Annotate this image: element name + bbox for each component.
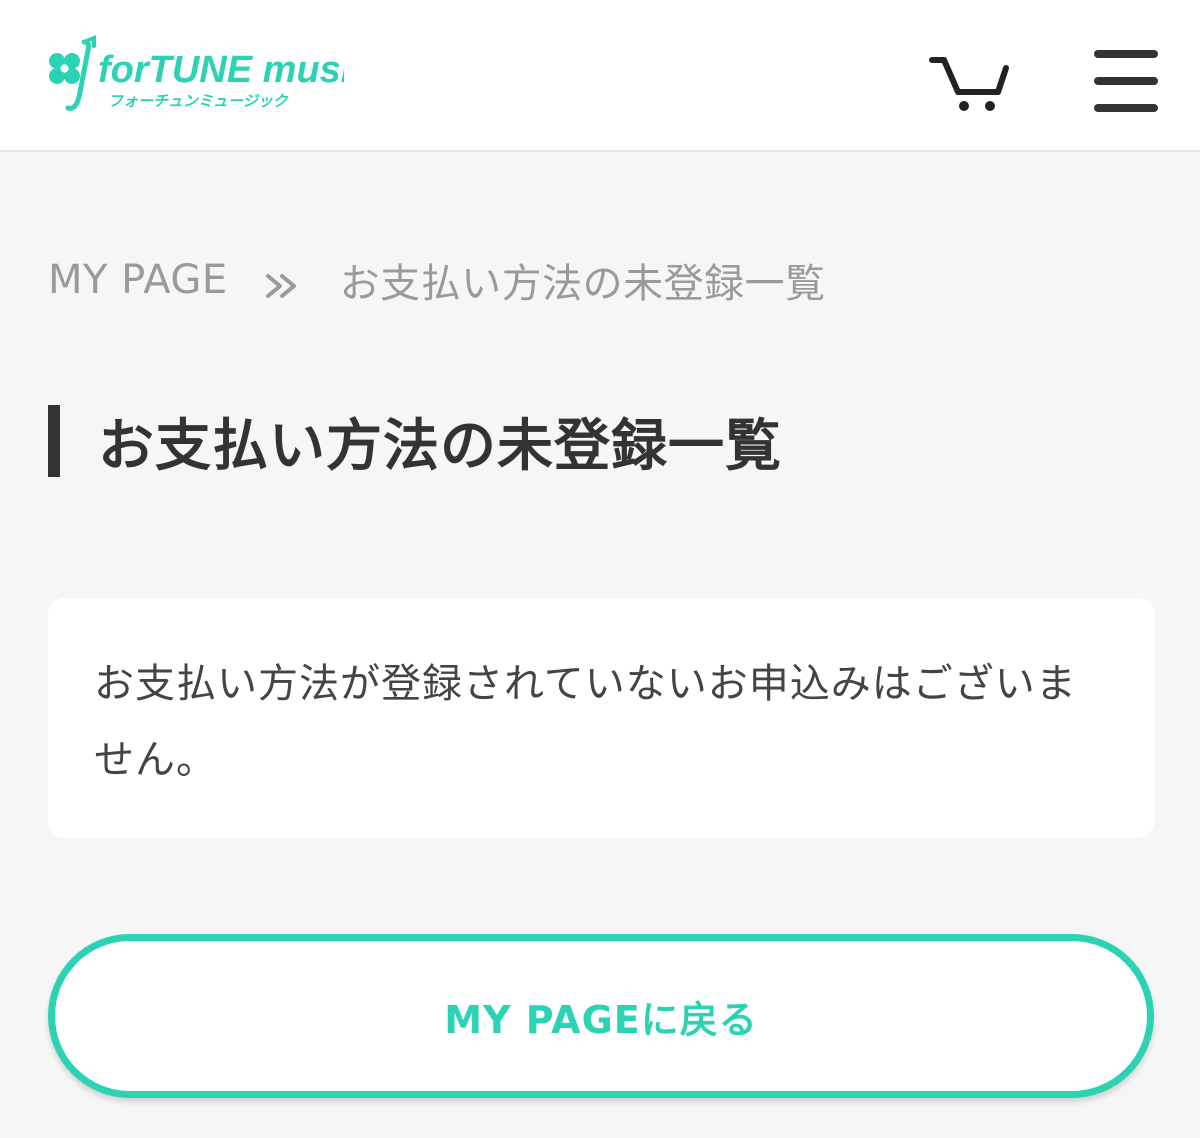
clover-note-icon: forTUNE music フォーチュンミュージック [49,35,372,111]
double-chevron-right-icon [262,265,306,298]
notice-card: お支払い方法が登録されていないお申込みはございません。 [48,598,1154,838]
menu-bar-middle [1094,77,1158,85]
site-header: forTUNE music フォーチュンミュージック [0,0,1200,152]
page-title-section: お支払い方法の未登録一覧 [48,404,782,479]
no-applications-message: お支払い方法が登録されていないお申込みはございません。 [94,661,1077,783]
breadcrumb: MY PAGE お支払い方法の未登録一覧 [48,252,826,308]
hamburger-menu-button[interactable] [1094,48,1158,114]
fortune-music-logo[interactable]: forTUNE music フォーチュンミュージック [44,30,372,116]
back-to-my-page-button[interactable]: MY PAGEに戻る [48,934,1154,1098]
page-title: お支払い方法の未登録一覧 [98,413,782,479]
title-accent-bar [48,405,60,477]
logo-wordmark: forTUNE music [98,49,344,91]
cart-icon [929,57,1009,111]
logo-subtitle: フォーチュンミュージック [108,92,289,110]
breadcrumb-my-page-link[interactable]: MY PAGE [48,257,228,303]
breadcrumb-current: お支払い方法の未登録一覧 [339,261,826,307]
menu-bar-bottom [1094,104,1158,112]
hamburger-menu-icon [1094,50,1158,58]
cart-button[interactable] [926,48,1012,118]
